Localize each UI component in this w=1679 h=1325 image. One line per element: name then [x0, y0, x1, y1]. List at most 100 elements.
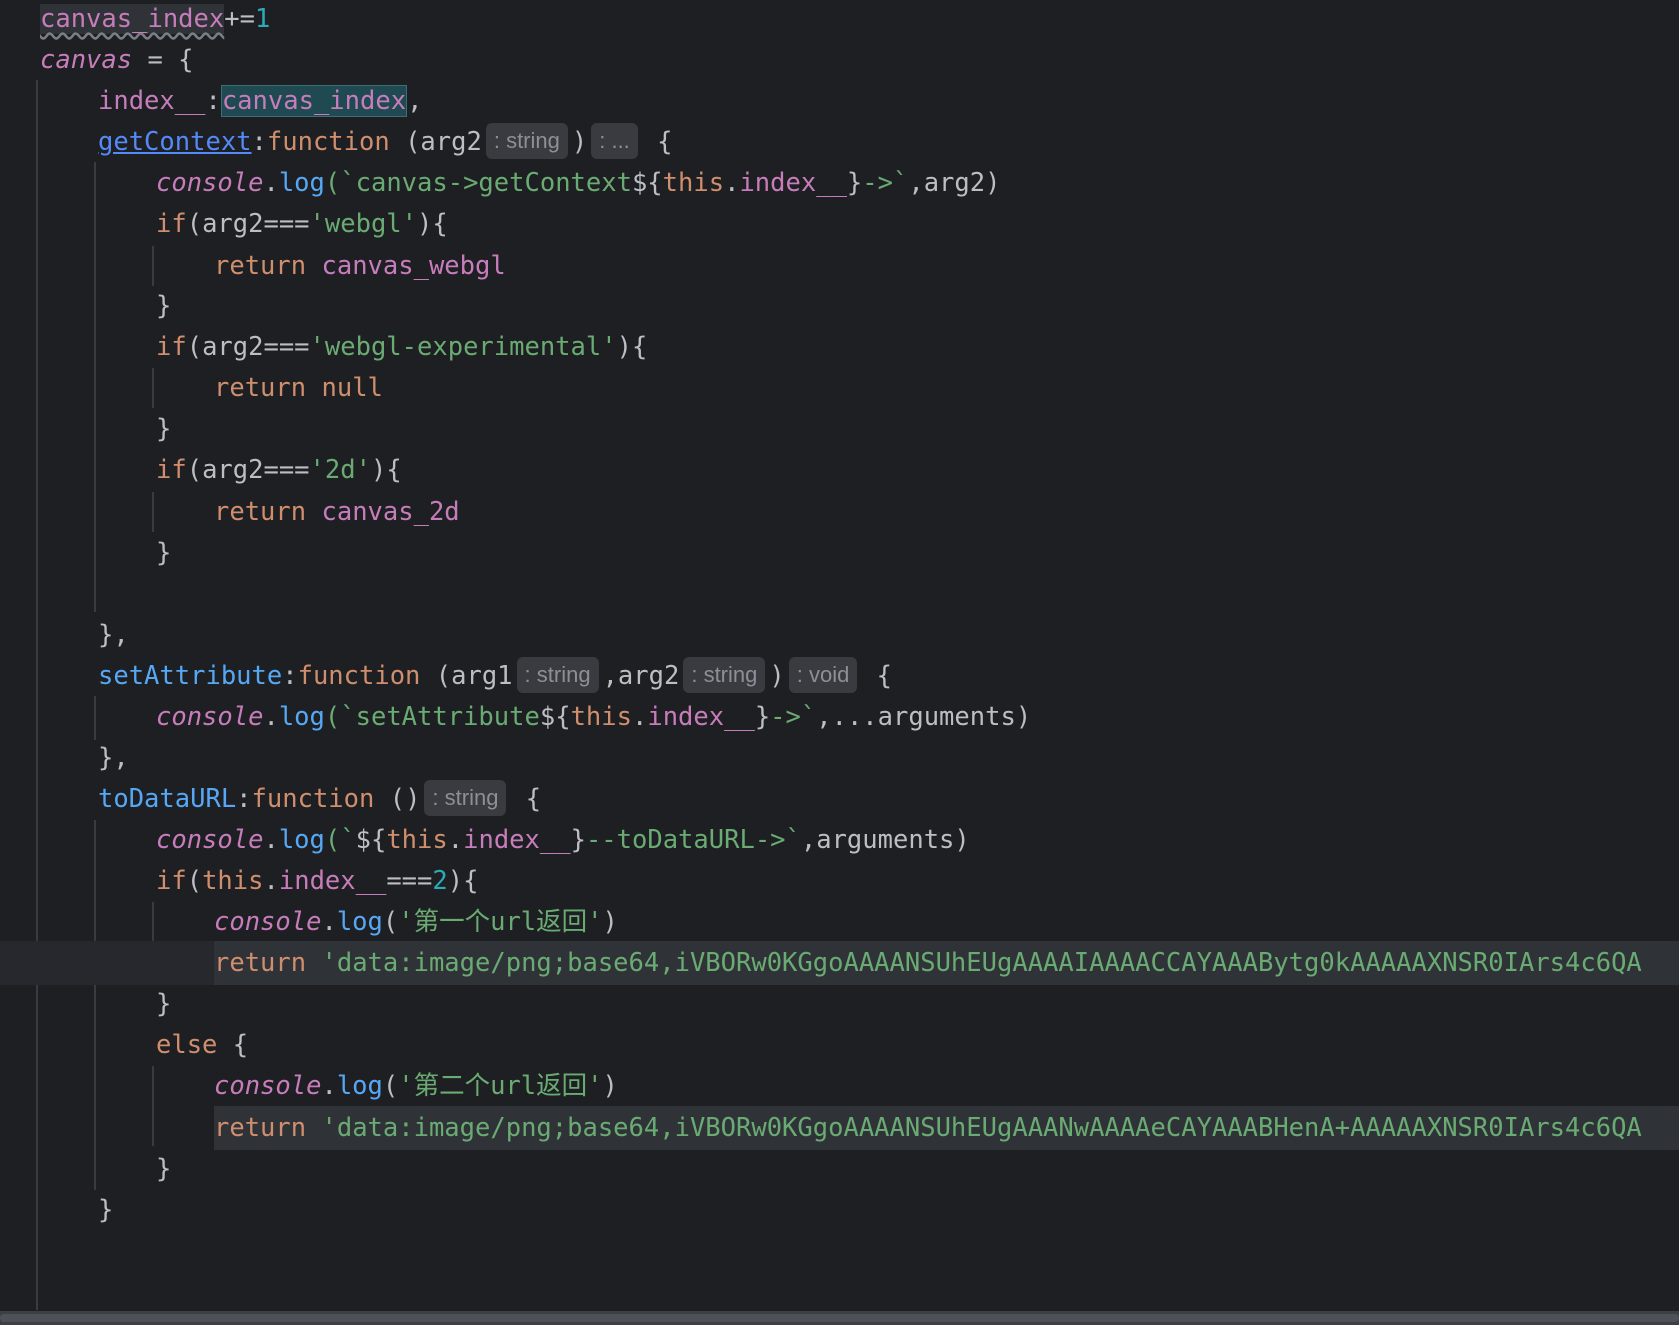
code-line[interactable]: if(arg2==='webgl'){ [0, 202, 1679, 246]
code-line[interactable]: return null [0, 366, 1679, 410]
operator: === [386, 866, 433, 896]
code-line[interactable]: getContext:function (arg2: string): ... … [0, 120, 1679, 164]
keyword: if [156, 866, 187, 896]
operator: : [282, 661, 298, 691]
keyword: function [297, 661, 421, 691]
method-call: log [336, 1071, 383, 1101]
identifier-canvas-index[interactable]: canvas_index [220, 85, 408, 117]
code-line[interactable]: } [0, 1188, 1679, 1232]
operator: ${ [355, 825, 387, 855]
operator: ){ [616, 332, 648, 362]
code-line[interactable]: console.log(`setAttribute${this.index__}… [0, 695, 1679, 739]
code-line[interactable]: }, [0, 613, 1679, 657]
string-literal: 'data:image/png;base64,iVBORw0KGgoAAAANS… [321, 1113, 1642, 1143]
method-call: log [278, 825, 325, 855]
identifier-canvas-index[interactable]: canvas_index [40, 4, 225, 34]
property-name: index__ [463, 825, 571, 855]
keyword: this [662, 168, 725, 198]
operator: (arg2=== [186, 209, 310, 239]
method-name-link[interactable]: getContext [98, 127, 252, 157]
operator: ){ [417, 209, 448, 239]
identifier[interactable]: canvas_webgl [321, 251, 505, 281]
operator: { [641, 127, 673, 157]
type-hint[interactable]: : string [485, 123, 568, 159]
code-line-current[interactable]: return 'data:image/png;base64,iVBORw0KGg… [0, 941, 1679, 985]
code-line[interactable]: } [0, 1147, 1679, 1191]
code-line[interactable]: } [0, 531, 1679, 575]
code-line[interactable]: index__:canvas_index, [0, 79, 1679, 123]
code-line[interactable]: if(this.index__===2){ [0, 859, 1679, 903]
operator: . [263, 702, 279, 732]
code-line[interactable]: canvas_index+=1 [0, 0, 1679, 41]
property-name: index__ [739, 168, 847, 198]
code-line[interactable]: } [0, 982, 1679, 1026]
identifier-canvas[interactable]: canvas [40, 45, 132, 75]
keyword: else [156, 1030, 218, 1060]
code-line[interactable]: } [0, 284, 1679, 328]
code-line[interactable]: return 'data:image/png;base64,iVBORw0KGg… [0, 1106, 1679, 1150]
operator: ( [186, 866, 203, 896]
keyword: function [251, 784, 375, 814]
code-line[interactable]: if(arg2==='webgl-experimental'){ [0, 325, 1679, 369]
operator: . [263, 866, 279, 896]
horizontal-scrollbar[interactable] [0, 1311, 1679, 1325]
keyword: null [321, 373, 383, 403]
code-editor[interactable]: canvas_index+=1 canvas = { index__:canva… [0, 0, 1679, 1310]
keyword: return [214, 497, 307, 527]
string-literal: '第二个url返回' [398, 1071, 603, 1101]
keyword: return [214, 373, 307, 403]
property-name: index__ [647, 702, 755, 732]
code-line[interactable]: console.log(`${this.index__}--toDataURL-… [0, 818, 1679, 862]
string-literal: 'webgl' [309, 209, 418, 239]
code-line[interactable]: setAttribute:function (arg1: string ,arg2… [0, 654, 1679, 698]
operator: , [407, 86, 423, 116]
operator: . [321, 1071, 337, 1101]
operator: ) [769, 661, 785, 691]
operator: { [510, 784, 542, 814]
operator: ) [571, 127, 588, 157]
code-line[interactable]: }, [0, 736, 1679, 780]
operator: ,arguments) [800, 825, 970, 855]
type-hint[interactable]: : string [516, 657, 599, 693]
brace: } [156, 291, 172, 321]
type-hint[interactable]: : string [683, 657, 766, 693]
identifier[interactable]: canvas_2d [321, 497, 459, 527]
method-name[interactable]: toDataURL [98, 784, 236, 814]
param: ,arg2 [602, 661, 680, 691]
code-line[interactable]: if(arg2==='2d'){ [0, 448, 1679, 492]
operator: . [321, 907, 337, 937]
property-name: index__ [98, 86, 206, 116]
number-literal: 1 [254, 4, 271, 34]
code-line[interactable]: canvas = { [0, 38, 1679, 82]
code-line[interactable]: return canvas_webgl [0, 244, 1679, 288]
scrollbar-thumb[interactable] [0, 1314, 1679, 1322]
operator: += [224, 4, 255, 34]
code-line[interactable]: console.log('第一个url返回') [0, 900, 1679, 944]
param: (arg2 [389, 127, 482, 157]
string-literal: 'webgl-experimental' [309, 332, 617, 362]
method-call: log [278, 702, 325, 732]
code-line[interactable]: } [0, 407, 1679, 451]
code-line[interactable]: console.log(`canvas->getContext${this.in… [0, 161, 1679, 205]
brace: }, [98, 743, 129, 773]
method-name[interactable]: setAttribute [98, 661, 282, 691]
code-line[interactable]: else { [0, 1023, 1679, 1067]
keyword: if [156, 332, 187, 362]
operator: . [631, 702, 648, 732]
operator: } [754, 702, 771, 732]
keyword: function [266, 127, 390, 157]
brace: } [156, 989, 172, 1019]
code-line[interactable]: console.log('第二个url返回') [0, 1064, 1679, 1108]
method-call: log [278, 168, 325, 198]
type-hint[interactable]: : ... [591, 123, 638, 159]
param: () [374, 784, 421, 814]
type-hint[interactable]: : void [788, 657, 858, 693]
operator: . [447, 825, 464, 855]
string-literal: canvas->getContext [355, 168, 632, 198]
operator: ){ [370, 455, 402, 485]
code-line[interactable]: return canvas_2d [0, 490, 1679, 534]
keyword: return [214, 251, 307, 281]
keyword: return [214, 1113, 307, 1143]
code-line[interactable]: toDataURL:function (): string { [0, 777, 1679, 821]
type-hint[interactable]: : string [424, 780, 507, 816]
